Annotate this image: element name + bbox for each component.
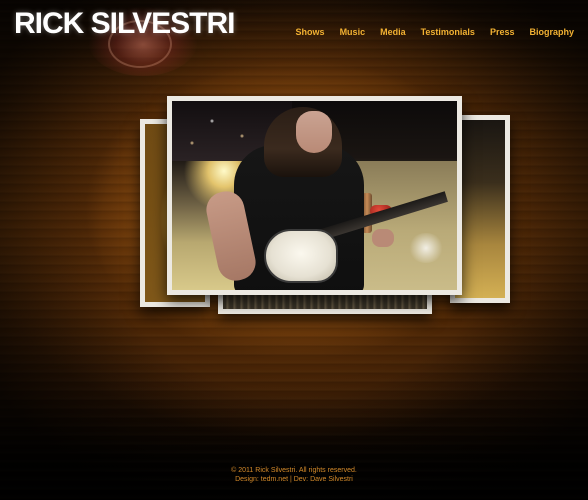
guitar-body xyxy=(264,229,338,283)
main-nav: Shows Music Media Testimonials Press Bio… xyxy=(296,27,574,37)
page: RICK SILVESTRI Shows Music Media Testimo… xyxy=(0,0,588,500)
photo-right-image xyxy=(455,120,505,298)
footer: © 2011 Rick Silvestri. All rights reserv… xyxy=(0,466,588,484)
guitarist-fret-hand xyxy=(372,229,394,247)
featured-photo-image xyxy=(172,101,457,290)
nav-link-press[interactable]: Press xyxy=(490,27,515,37)
featured-photo[interactable] xyxy=(167,96,462,295)
nav-link-media[interactable]: Media xyxy=(380,27,406,37)
nav-link-biography[interactable]: Biography xyxy=(529,27,574,37)
guitarist-face xyxy=(296,111,332,153)
nav-link-testimonials[interactable]: Testimonials xyxy=(421,27,475,37)
photo-scene-guitarist xyxy=(172,101,457,290)
nav-link-shows[interactable]: Shows xyxy=(296,27,325,37)
site-logo[interactable]: RICK SILVESTRI xyxy=(14,6,235,42)
footer-copyright: © 2011 Rick Silvestri. All rights reserv… xyxy=(231,467,357,474)
light-glow xyxy=(408,233,444,263)
footer-credits: Design: tedm.net | Dev: Dave Silvestri xyxy=(235,476,353,483)
nav-link-music[interactable]: Music xyxy=(340,27,366,37)
